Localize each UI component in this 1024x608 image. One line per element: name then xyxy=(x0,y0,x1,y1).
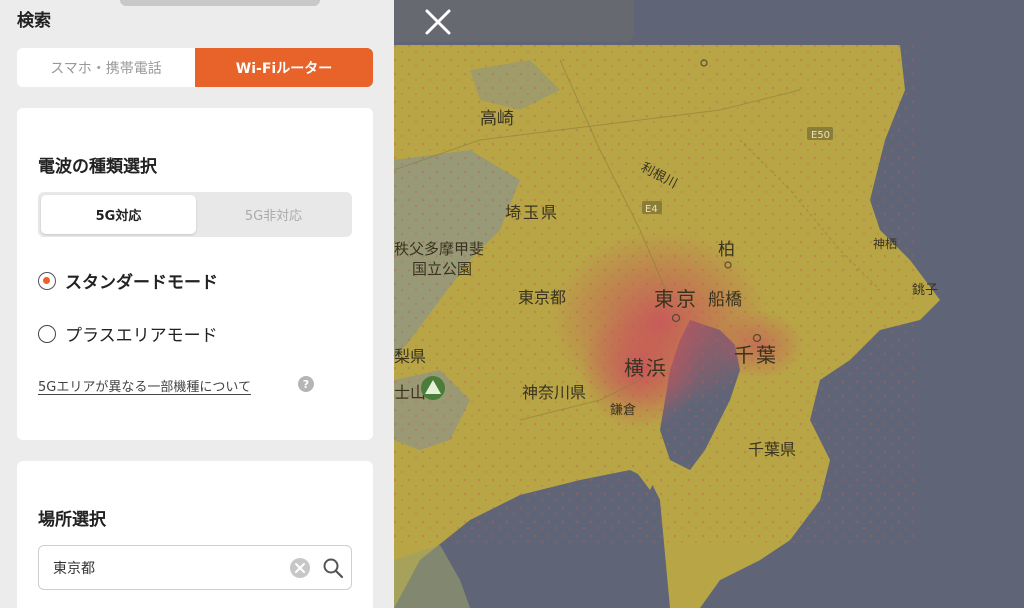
5g-supported-option[interactable]: 5G対応 xyxy=(41,195,196,234)
place-search-box xyxy=(38,545,352,590)
search-button[interactable] xyxy=(321,556,345,580)
close-button[interactable] xyxy=(420,4,456,40)
clear-button[interactable] xyxy=(289,557,311,579)
map-label-kashiwa: 柏 xyxy=(718,240,735,260)
map-label-chiba-pref: 千葉県 xyxy=(748,440,796,459)
panel-top-shadow xyxy=(120,0,320,6)
clear-circle-icon xyxy=(290,558,310,578)
5g-device-info-link[interactable]: 5Gエリアが異なる一部機種について xyxy=(38,376,251,395)
place-search-input[interactable] xyxy=(53,556,263,580)
road-shield-e50-label: E50 xyxy=(811,130,830,141)
search-panel: 検索 スマホ・携帯電話 Wi-Fiルーター 電波の種類選択 5G対応 5G非対応… xyxy=(0,0,394,608)
tab-smartphone[interactable]: スマホ・携帯電話 xyxy=(17,48,195,87)
map-label-takasaki: 高崎 xyxy=(480,109,514,129)
device-type-tabs: スマホ・携帯電話 Wi-Fiルーター xyxy=(17,48,373,87)
wave-section-title: 電波の種類選択 xyxy=(38,157,157,177)
wave-type-card: 電波の種類選択 5G対応 5G非対応 スタンダードモード プラスエリアモード 5… xyxy=(17,108,373,440)
map-label-yamanashi-pref: 梨県 xyxy=(394,347,426,366)
tab-wifi-router[interactable]: Wi-Fiルーター xyxy=(195,48,373,87)
panel-title: 検索 xyxy=(17,11,51,31)
radio-unchecked-icon[interactable] xyxy=(38,324,56,343)
radio-plus-label: プラスエリアモード xyxy=(65,326,218,346)
map-label-kamisu: 神栖 xyxy=(873,236,897,251)
help-icon[interactable]: ? xyxy=(298,376,314,392)
map-label-tokyo: 東京 xyxy=(654,287,698,311)
search-icon xyxy=(323,558,344,579)
road-shield-e4-label: E4 xyxy=(645,204,658,215)
radio-standard-mode[interactable]: スタンダードモード xyxy=(38,268,218,293)
close-icon xyxy=(425,9,451,35)
map-label-tokyo-to: 東京都 xyxy=(518,288,566,307)
mountain-icon[interactable] xyxy=(421,376,445,400)
map-label-chichibu-2: 国立公園 xyxy=(412,260,472,278)
map-label-yokohama: 横浜 xyxy=(624,356,668,380)
map-label-kamakura: 鎌倉 xyxy=(610,403,636,418)
map-label-kanagawa-pref: 神奈川県 xyxy=(522,383,586,402)
place-section-title: 場所選択 xyxy=(38,510,106,530)
map-label-saitama-pref: 埼玉県 xyxy=(505,203,559,222)
radio-standard-label: スタンダードモード xyxy=(65,273,218,293)
place-select-card: 場所選択 xyxy=(17,461,373,608)
map-label-choshi: 銚子 xyxy=(912,283,938,298)
radio-checked-icon[interactable] xyxy=(38,271,56,290)
radio-plus-area-mode[interactable]: プラスエリアモード xyxy=(38,321,218,346)
map-label-chiba: 千葉 xyxy=(734,343,778,367)
5g-unsupported-option[interactable]: 5G非対応 xyxy=(196,195,351,234)
map-label-chichibu-1: 秩父多摩甲斐 xyxy=(394,240,484,258)
map-label-funabashi: 船橋 xyxy=(708,290,742,310)
5g-toggle: 5G対応 5G非対応 xyxy=(38,192,352,237)
